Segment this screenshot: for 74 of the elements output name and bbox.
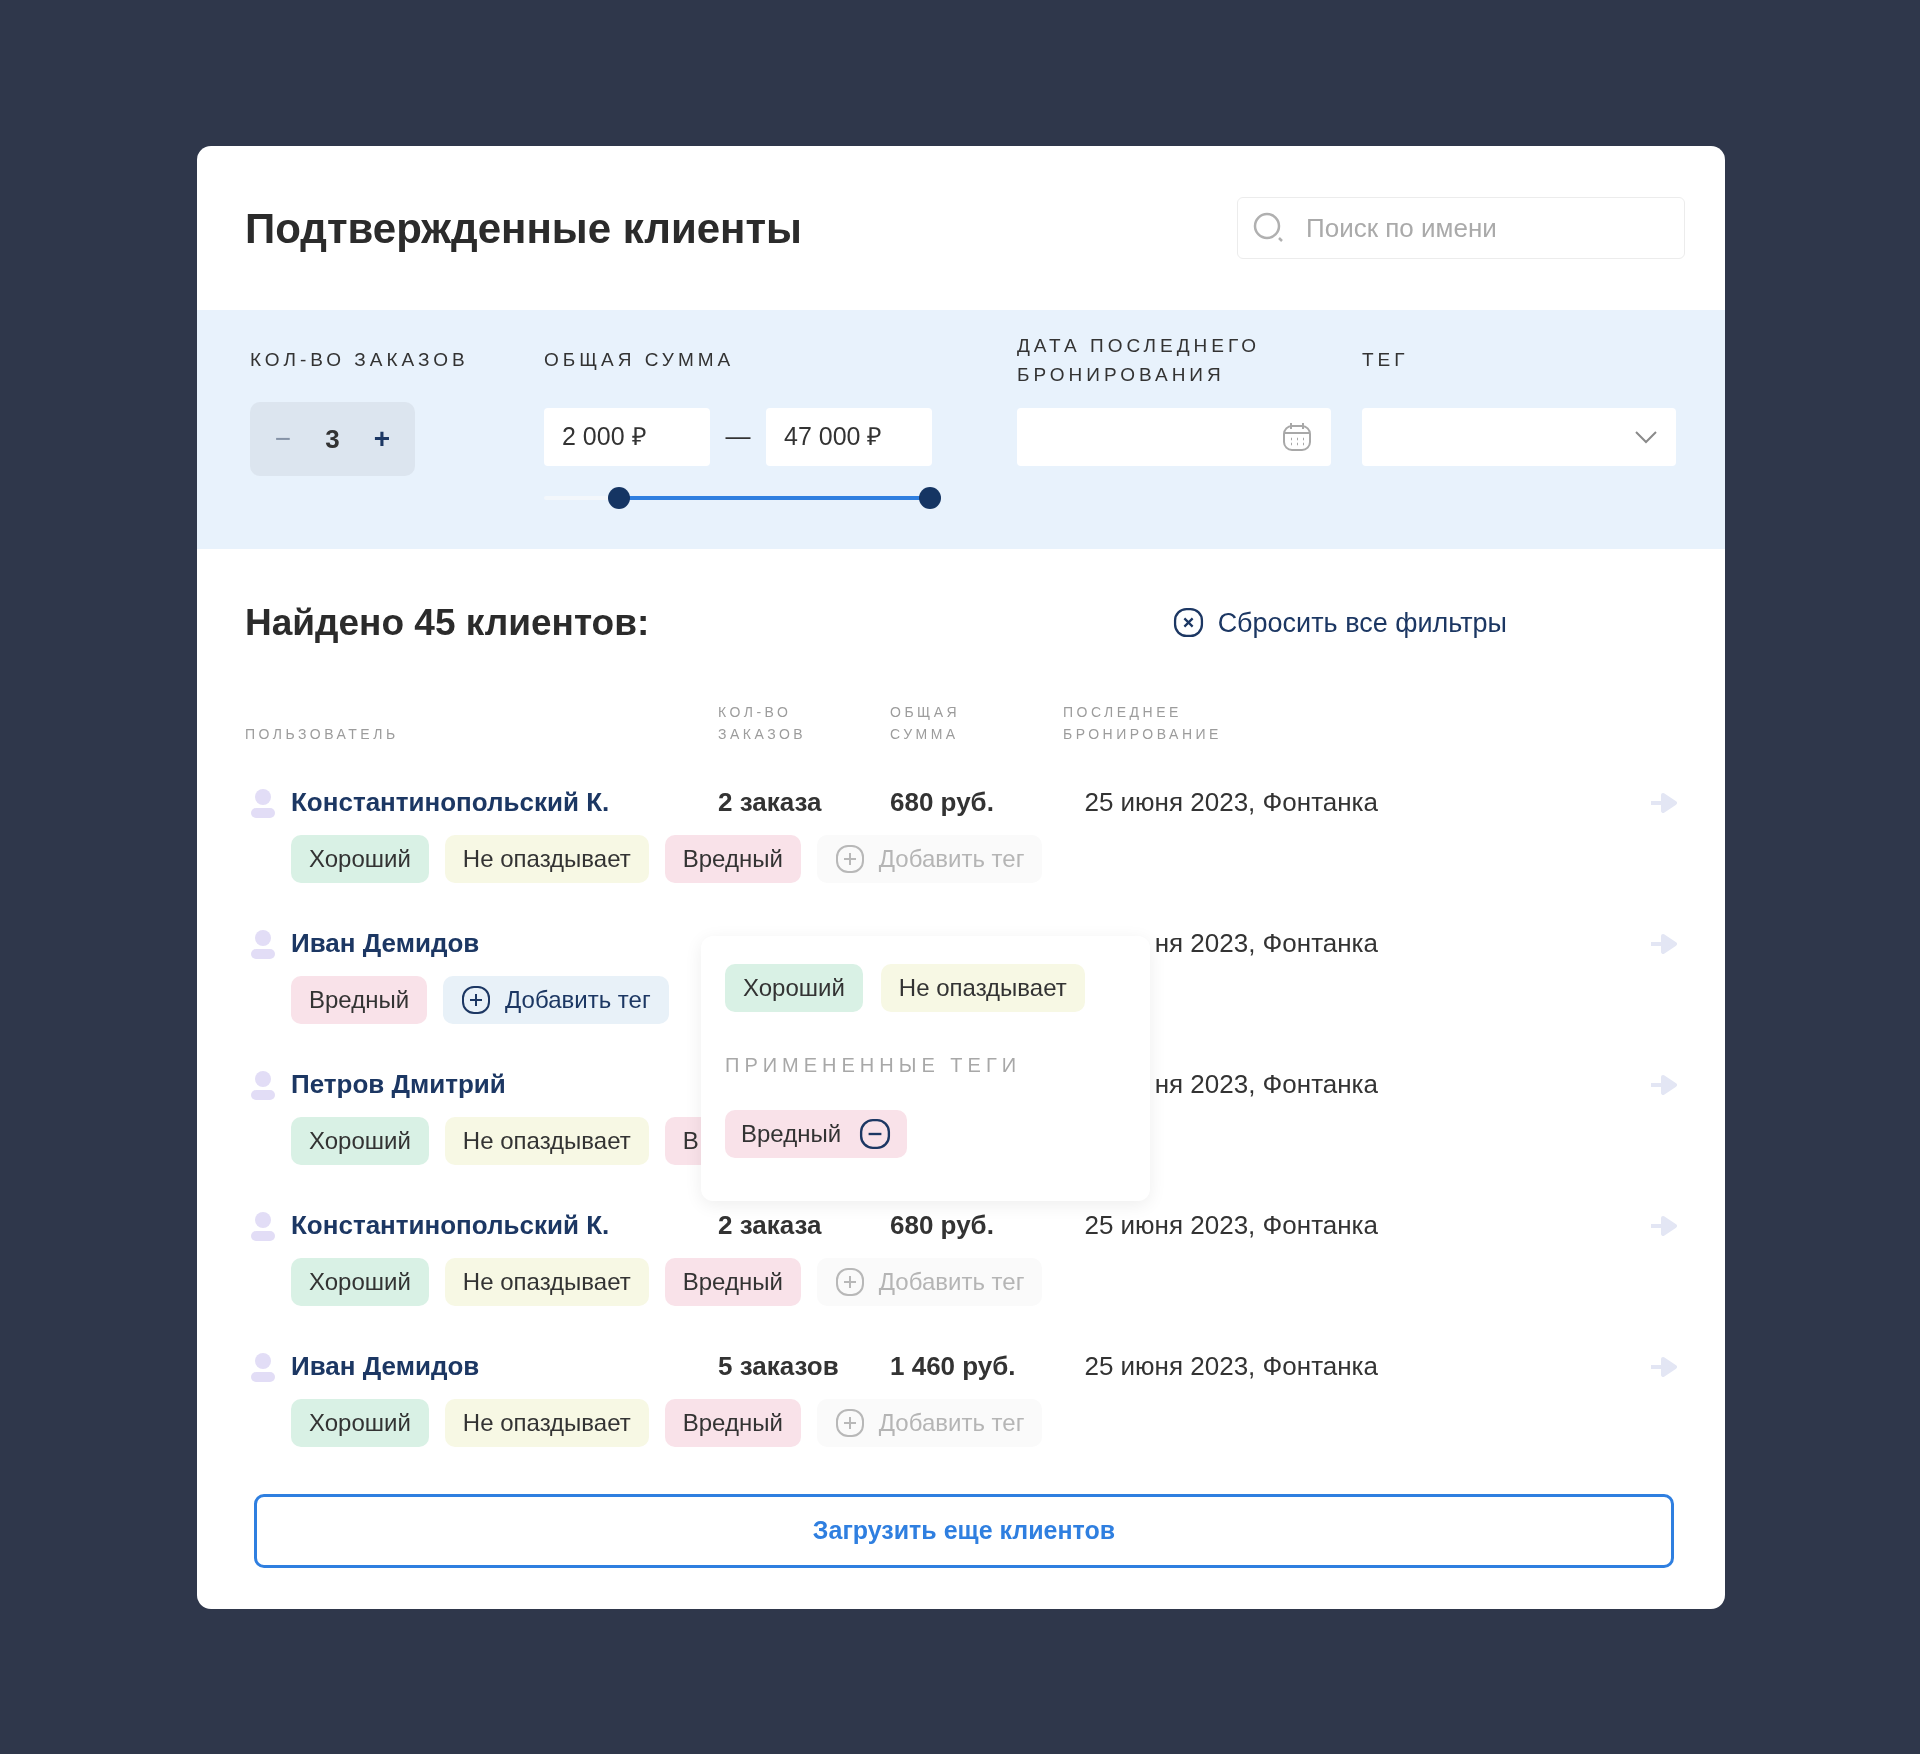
tag: Вредный (664, 834, 801, 883)
column-header: КОЛ-ВО ЗАКАЗОВ (718, 702, 808, 744)
column-header: ПОЛЬЗОВАТЕЛЬ (245, 725, 399, 742)
max-sum-field[interactable]: 47 000 ₽ (766, 408, 932, 466)
booking-date: ня 2023, Фонтанка (1154, 1068, 1378, 1101)
arrow-icon[interactable] (1651, 1356, 1677, 1377)
filter-label: ДАТА ПОСЛЕДНЕГО БРОНИРОВАНИЯ (1017, 334, 1261, 387)
plus-icon (834, 843, 865, 874)
person-icon (250, 1351, 276, 1382)
page-title: Подтвержденные клиенты (245, 203, 802, 254)
slider-thumb[interactable] (607, 487, 630, 509)
search-icon (1253, 212, 1285, 244)
filter-label: КОЛ-ВО ЗАКАЗОВ (250, 347, 469, 372)
order-count-value: 3 (325, 422, 340, 456)
search-field[interactable]: Поиск по имени (1237, 197, 1685, 259)
tag: Не опаздывает (444, 1398, 649, 1447)
plus-icon (834, 1266, 865, 1297)
plus-icon (461, 984, 492, 1015)
tag: Хороший (291, 1257, 429, 1306)
tag: Вредный (664, 1398, 801, 1447)
booking-date: 25 июня 2023, Фонтанка (1084, 1350, 1378, 1383)
filter-label: ОБЩАЯ СУММА (544, 347, 735, 372)
arrow-icon[interactable] (1651, 933, 1677, 954)
add-tag-button[interactable]: Добавить тег (443, 975, 669, 1024)
client-name[interactable]: Иван Демидов (291, 1347, 480, 1386)
calendar-icon (1281, 421, 1313, 453)
column-header: ОБЩАЯ СУММА (890, 702, 962, 744)
client-name[interactable]: Константинопольский К. (291, 783, 610, 822)
order-count: 5 заказов (718, 1351, 839, 1381)
booking-date: 25 июня 2023, Фонтанка (1084, 786, 1378, 819)
arrow-icon[interactable] (1651, 1215, 1677, 1236)
total-sum: 680 руб. (890, 787, 994, 817)
range-dash: — (724, 421, 752, 453)
tag: Не опаздывает (444, 1116, 649, 1165)
tag-option[interactable]: Хороший (725, 963, 863, 1012)
reset-filters-link[interactable]: Сбросить все фильтры (1172, 602, 1507, 643)
results-title: Найдено 45 клиентов: (245, 601, 650, 645)
tag: Вредный (664, 1257, 801, 1306)
load-more-button[interactable]: Загрузить еще клиентов (254, 1493, 1674, 1568)
total-sum: 680 руб. (890, 1210, 994, 1240)
arrow-icon[interactable] (1651, 792, 1677, 813)
arrow-icon[interactable] (1651, 1074, 1677, 1095)
close-icon (1172, 607, 1204, 639)
filter-label: ТЕГ (1362, 347, 1409, 372)
tag: Хороший (291, 1116, 429, 1165)
slider-thumb[interactable] (919, 487, 942, 509)
chevron-down-icon (1634, 430, 1658, 444)
person-icon (250, 1210, 276, 1241)
tag: Вредный (291, 975, 428, 1024)
person-icon (250, 787, 276, 818)
column-header: ПОСЛЕДНЕЕ БРОНИРОВАНИЕ (1063, 702, 1223, 744)
client-name[interactable]: Петров Дмитрий (291, 1065, 506, 1104)
date-field[interactable] (1017, 408, 1331, 466)
order-count: 2 заказа (718, 1210, 822, 1240)
client-name[interactable]: Иван Демидов (291, 924, 480, 963)
person-icon (250, 1069, 276, 1100)
tag: Хороший (291, 834, 429, 883)
popup-heading: ПРИМЕНЕННЫЕ ТЕГИ (725, 1053, 1022, 1076)
applied-tag: Вредный (725, 1109, 908, 1158)
minus-icon[interactable] (859, 1117, 892, 1150)
total-sum: 1 460 руб. (890, 1351, 1016, 1381)
plus-button[interactable]: + (367, 418, 397, 460)
plus-icon (834, 1407, 865, 1438)
tag: Не опаздывает (444, 834, 649, 883)
client-name[interactable]: Константинопольский К. (291, 1206, 610, 1245)
min-sum-field[interactable]: 2 000 ₽ (544, 408, 710, 466)
tag-select[interactable] (1362, 408, 1676, 466)
tag-option[interactable]: Не опаздывает (880, 963, 1085, 1012)
order-count: 2 заказа (718, 787, 822, 817)
booking-date: 25 июня 2023, Фонтанка (1084, 1209, 1378, 1242)
tag: Хороший (291, 1398, 429, 1447)
person-icon (250, 928, 276, 959)
tag: Не опаздывает (444, 1257, 649, 1306)
booking-date: ня 2023, Фонтанка (1154, 927, 1378, 960)
